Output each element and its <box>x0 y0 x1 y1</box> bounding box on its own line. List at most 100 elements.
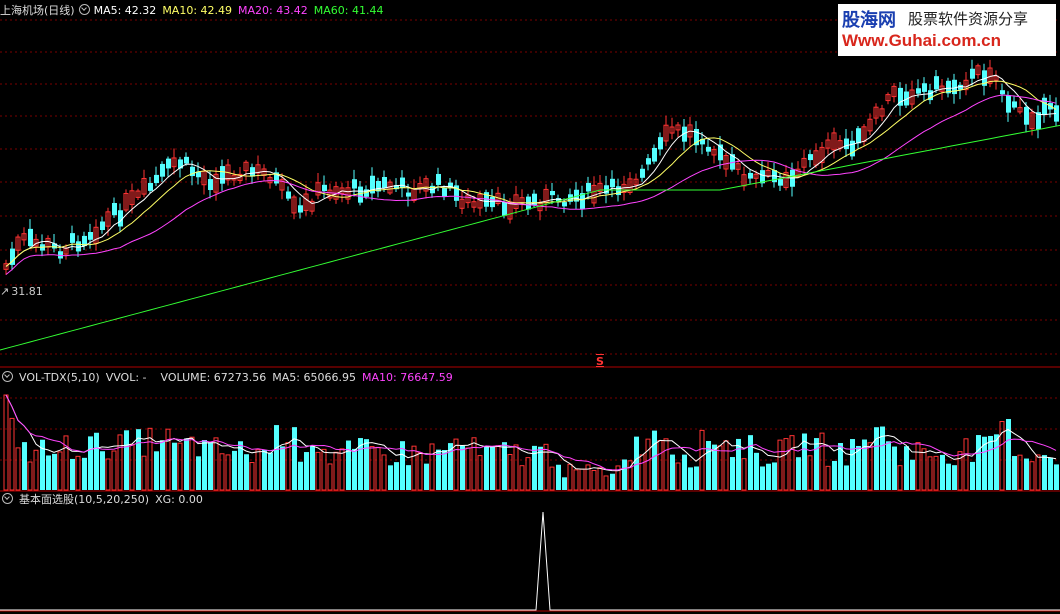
volume-chart[interactable] <box>0 368 1060 492</box>
indicator-panel[interactable]: 基本面选股(10,5,20,250) XG: 0.00 <box>0 492 1060 614</box>
volume-bar <box>543 443 549 491</box>
volume-bar <box>597 467 603 491</box>
volume-bar <box>519 465 525 491</box>
candle-body <box>436 173 441 185</box>
volume-bar <box>789 435 795 491</box>
watermark-logo: 股海网 股票软件资源分享 Www.Guhai.com.cn <box>838 4 1056 56</box>
volume-bar <box>976 435 981 490</box>
volume-bar <box>754 452 759 490</box>
volume-bar <box>814 438 819 490</box>
candle-body <box>76 241 81 252</box>
volume-bar <box>285 442 291 491</box>
volume-bar <box>202 440 207 490</box>
candle-body <box>154 174 159 184</box>
collapse-toggle-icon[interactable] <box>78 4 90 15</box>
volume-bar <box>27 461 33 491</box>
volume-bar <box>723 440 729 491</box>
volume-bar <box>33 449 39 491</box>
candle-body <box>160 163 165 177</box>
volume-bar <box>406 465 411 490</box>
volume-bar <box>255 449 261 491</box>
volume-bar <box>411 445 417 491</box>
volume-bar <box>730 457 735 490</box>
volume-bar <box>682 454 687 490</box>
candle-body <box>952 79 957 95</box>
volume-bar <box>304 452 309 490</box>
volume-bar <box>532 445 537 490</box>
candle-body <box>208 179 213 191</box>
volume-bar <box>1048 457 1053 490</box>
volume-bar <box>874 427 879 490</box>
volume-bar <box>310 446 315 490</box>
volume-bar <box>292 427 297 490</box>
volume-bar <box>88 436 93 490</box>
volume-bar <box>579 468 585 491</box>
volume-bar <box>100 451 105 490</box>
indicator-chart[interactable] <box>0 492 1060 614</box>
volume-bar <box>591 469 597 491</box>
volume-bar <box>921 448 927 491</box>
candle-body <box>28 228 33 247</box>
candle-body <box>100 221 105 231</box>
volume-bar <box>634 436 639 490</box>
volume-bar <box>15 447 21 491</box>
volume-bar <box>892 446 897 490</box>
volume-bar <box>219 453 225 491</box>
volume-bar <box>465 447 471 491</box>
volume-bar <box>321 448 327 491</box>
collapse-toggle-icon[interactable] <box>2 371 13 382</box>
volume-bar <box>603 475 609 491</box>
volume-bar <box>760 466 765 490</box>
volume-bar <box>129 444 135 491</box>
candle-body <box>610 178 615 188</box>
volume-bar <box>213 437 219 491</box>
volume-bar <box>436 449 441 490</box>
candle-body <box>166 158 171 169</box>
volume-bar <box>712 444 717 490</box>
volume-bar <box>766 463 771 490</box>
volume-bar <box>429 443 435 491</box>
volume-bar <box>352 448 357 490</box>
kline-title: 上海机场(日线) <box>0 4 75 17</box>
volume-bar <box>477 455 483 491</box>
volume-panel[interactable]: VOL-TDX(5,10) VVOL: - VOLUME: 67273.56 MA5:… <box>0 368 1060 492</box>
volume-bar <box>538 446 543 490</box>
candle-body <box>322 184 327 192</box>
candle-body <box>778 179 783 186</box>
volume-bar <box>184 438 189 490</box>
volume-bar <box>315 451 321 491</box>
volume-bar <box>675 462 681 491</box>
volume-bar <box>442 450 447 490</box>
watermark-url: Www.Guhai.com.cn <box>842 31 1001 50</box>
volume-bar <box>748 435 753 490</box>
volume-bar <box>3 394 9 491</box>
vvol-value: VVOL: - <box>105 371 147 384</box>
volume-bar <box>484 446 489 490</box>
volume-bar <box>52 453 57 490</box>
volume-bar <box>844 465 849 490</box>
volume-bar <box>688 467 693 490</box>
watermark-slogan: 股票软件资源分享 <box>908 10 1029 28</box>
collapse-toggle-icon[interactable] <box>2 493 13 504</box>
volume-bar <box>573 469 579 491</box>
candle-body <box>1000 90 1005 95</box>
volume-bar <box>886 441 891 490</box>
volume-bar <box>280 446 285 490</box>
candle-body <box>88 232 93 240</box>
volume-bar <box>963 438 969 491</box>
volume-bar <box>645 438 651 491</box>
volume-bar <box>610 473 615 490</box>
volume-bar <box>232 450 237 490</box>
watermark-brand: 股海网 <box>842 10 896 31</box>
candle-body <box>856 128 861 144</box>
volume-bar <box>417 452 423 491</box>
volume-bar <box>262 449 267 490</box>
volume-bar <box>657 440 663 491</box>
volume-bar <box>832 460 837 490</box>
ma60-value: MA60: 41.44 <box>313 4 384 17</box>
volume-bar <box>189 436 195 491</box>
candle-body <box>286 191 291 199</box>
ma20-line <box>5 94 1057 275</box>
volume-bar <box>274 425 279 490</box>
volume-bar <box>196 456 201 490</box>
